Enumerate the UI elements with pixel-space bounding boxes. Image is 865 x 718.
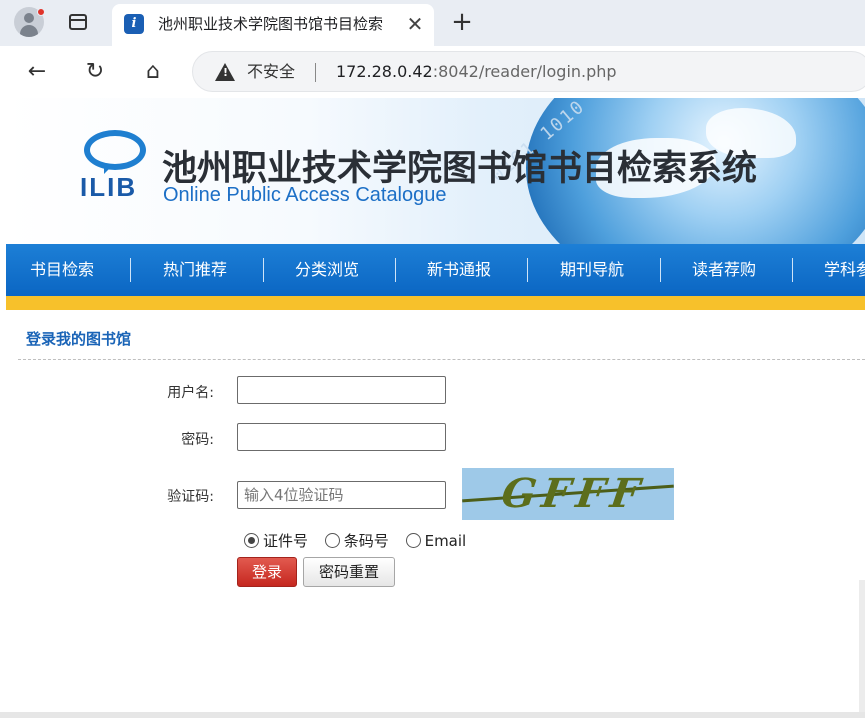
nav-item-catalog-search[interactable]: 书目检索: [30, 244, 94, 296]
nav-divider: [395, 258, 396, 282]
nav-item-journals[interactable]: 期刊导航: [560, 244, 624, 296]
browser-tab[interactable]: i 池州职业技术学院图书馆书目检索 ✕: [112, 4, 434, 46]
header-banner: 0101 1010 01 ILIB 池州职业技术学院图书馆书目检索系统 Onli…: [6, 98, 865, 244]
notification-dot: [37, 8, 45, 16]
username-input[interactable]: [237, 376, 446, 404]
password-label: 密码:: [181, 432, 214, 448]
radio-cert-no[interactable]: [244, 533, 259, 548]
nav-item-popular[interactable]: 热门推荐: [163, 244, 227, 296]
nav-divider: [263, 258, 264, 282]
id-type-radio-group: 证件号 条码号 Email: [244, 530, 478, 552]
captcha-text: GFFF: [498, 470, 649, 517]
window-right-edge: [859, 580, 865, 718]
nav-item-browse-category[interactable]: 分类浏览: [295, 244, 359, 296]
login-button[interactable]: 登录: [237, 557, 297, 587]
radio-cert-no-label[interactable]: 证件号: [263, 532, 308, 550]
radio-email[interactable]: [405, 533, 421, 548]
avatar-body: [20, 25, 38, 37]
url-text[interactable]: 172.28.0.42:8042/reader/login.php: [336, 61, 617, 83]
nav-divider: [130, 258, 131, 282]
browser-tab-bar: i 池州职业技术学院图书馆书目检索 ✕ +: [0, 0, 865, 46]
close-tab-icon[interactable]: ✕: [404, 13, 426, 35]
browser-toolbar: ← ↻ ⌂ 不安全 172.28.0.42:8042/reader/login.…: [0, 46, 865, 98]
nav-divider: [527, 258, 528, 282]
nav-divider: [792, 258, 793, 282]
nav-item-subject[interactable]: 学科参: [824, 244, 865, 296]
tab-actions-icon[interactable]: [69, 14, 87, 30]
nav-item-new-books[interactable]: 新书通报: [427, 244, 491, 296]
address-bar[interactable]: 不安全 172.28.0.42:8042/reader/login.php: [192, 51, 865, 92]
radio-barcode-label[interactable]: 条码号: [344, 532, 389, 550]
password-reset-button[interactable]: 密码重置: [303, 557, 395, 587]
home-button[interactable]: ⌂: [138, 57, 168, 87]
password-input[interactable]: [237, 423, 446, 451]
avatar-head: [24, 13, 34, 23]
nav-accent-stripe: [6, 296, 865, 310]
web-page: 0101 1010 01 ILIB 池州职业技术学院图书馆书目检索系统 Onli…: [6, 98, 865, 718]
login-section-title: 登录我的图书馆: [26, 330, 132, 348]
warning-icon[interactable]: [215, 63, 235, 81]
security-status[interactable]: 不安全: [247, 61, 295, 83]
site-favicon-icon: i: [124, 14, 144, 34]
new-tab-button[interactable]: +: [448, 8, 476, 36]
section-divider: [18, 359, 865, 360]
tab-title: 池州职业技术学院图书馆书目检索: [158, 15, 384, 33]
url-path: :8042/reader/login.php: [432, 62, 617, 81]
radio-email-label[interactable]: Email: [425, 532, 467, 550]
captcha-image[interactable]: GFFF: [462, 468, 674, 520]
reload-button[interactable]: ↻: [80, 57, 110, 87]
captcha-input[interactable]: [237, 481, 446, 509]
site-subtitle: Online Public Access Catalogue: [163, 184, 447, 206]
logo-text: ILIB: [80, 172, 138, 202]
logo-speech-bubble-icon: [84, 130, 146, 170]
captcha-label: 验证码:: [167, 489, 214, 505]
address-divider: [315, 63, 316, 82]
username-label: 用户名:: [167, 385, 214, 401]
radio-barcode[interactable]: [324, 533, 340, 548]
nav-divider: [660, 258, 661, 282]
url-host: 172.28.0.42: [336, 62, 433, 81]
back-button[interactable]: ←: [22, 57, 52, 87]
main-nav: 书目检索 热门推荐 分类浏览 新书通报 期刊导航 读者荐购 学科参: [6, 244, 865, 296]
nav-item-reader-recommend[interactable]: 读者荐购: [692, 244, 756, 296]
window-bottom-edge: [0, 712, 865, 718]
